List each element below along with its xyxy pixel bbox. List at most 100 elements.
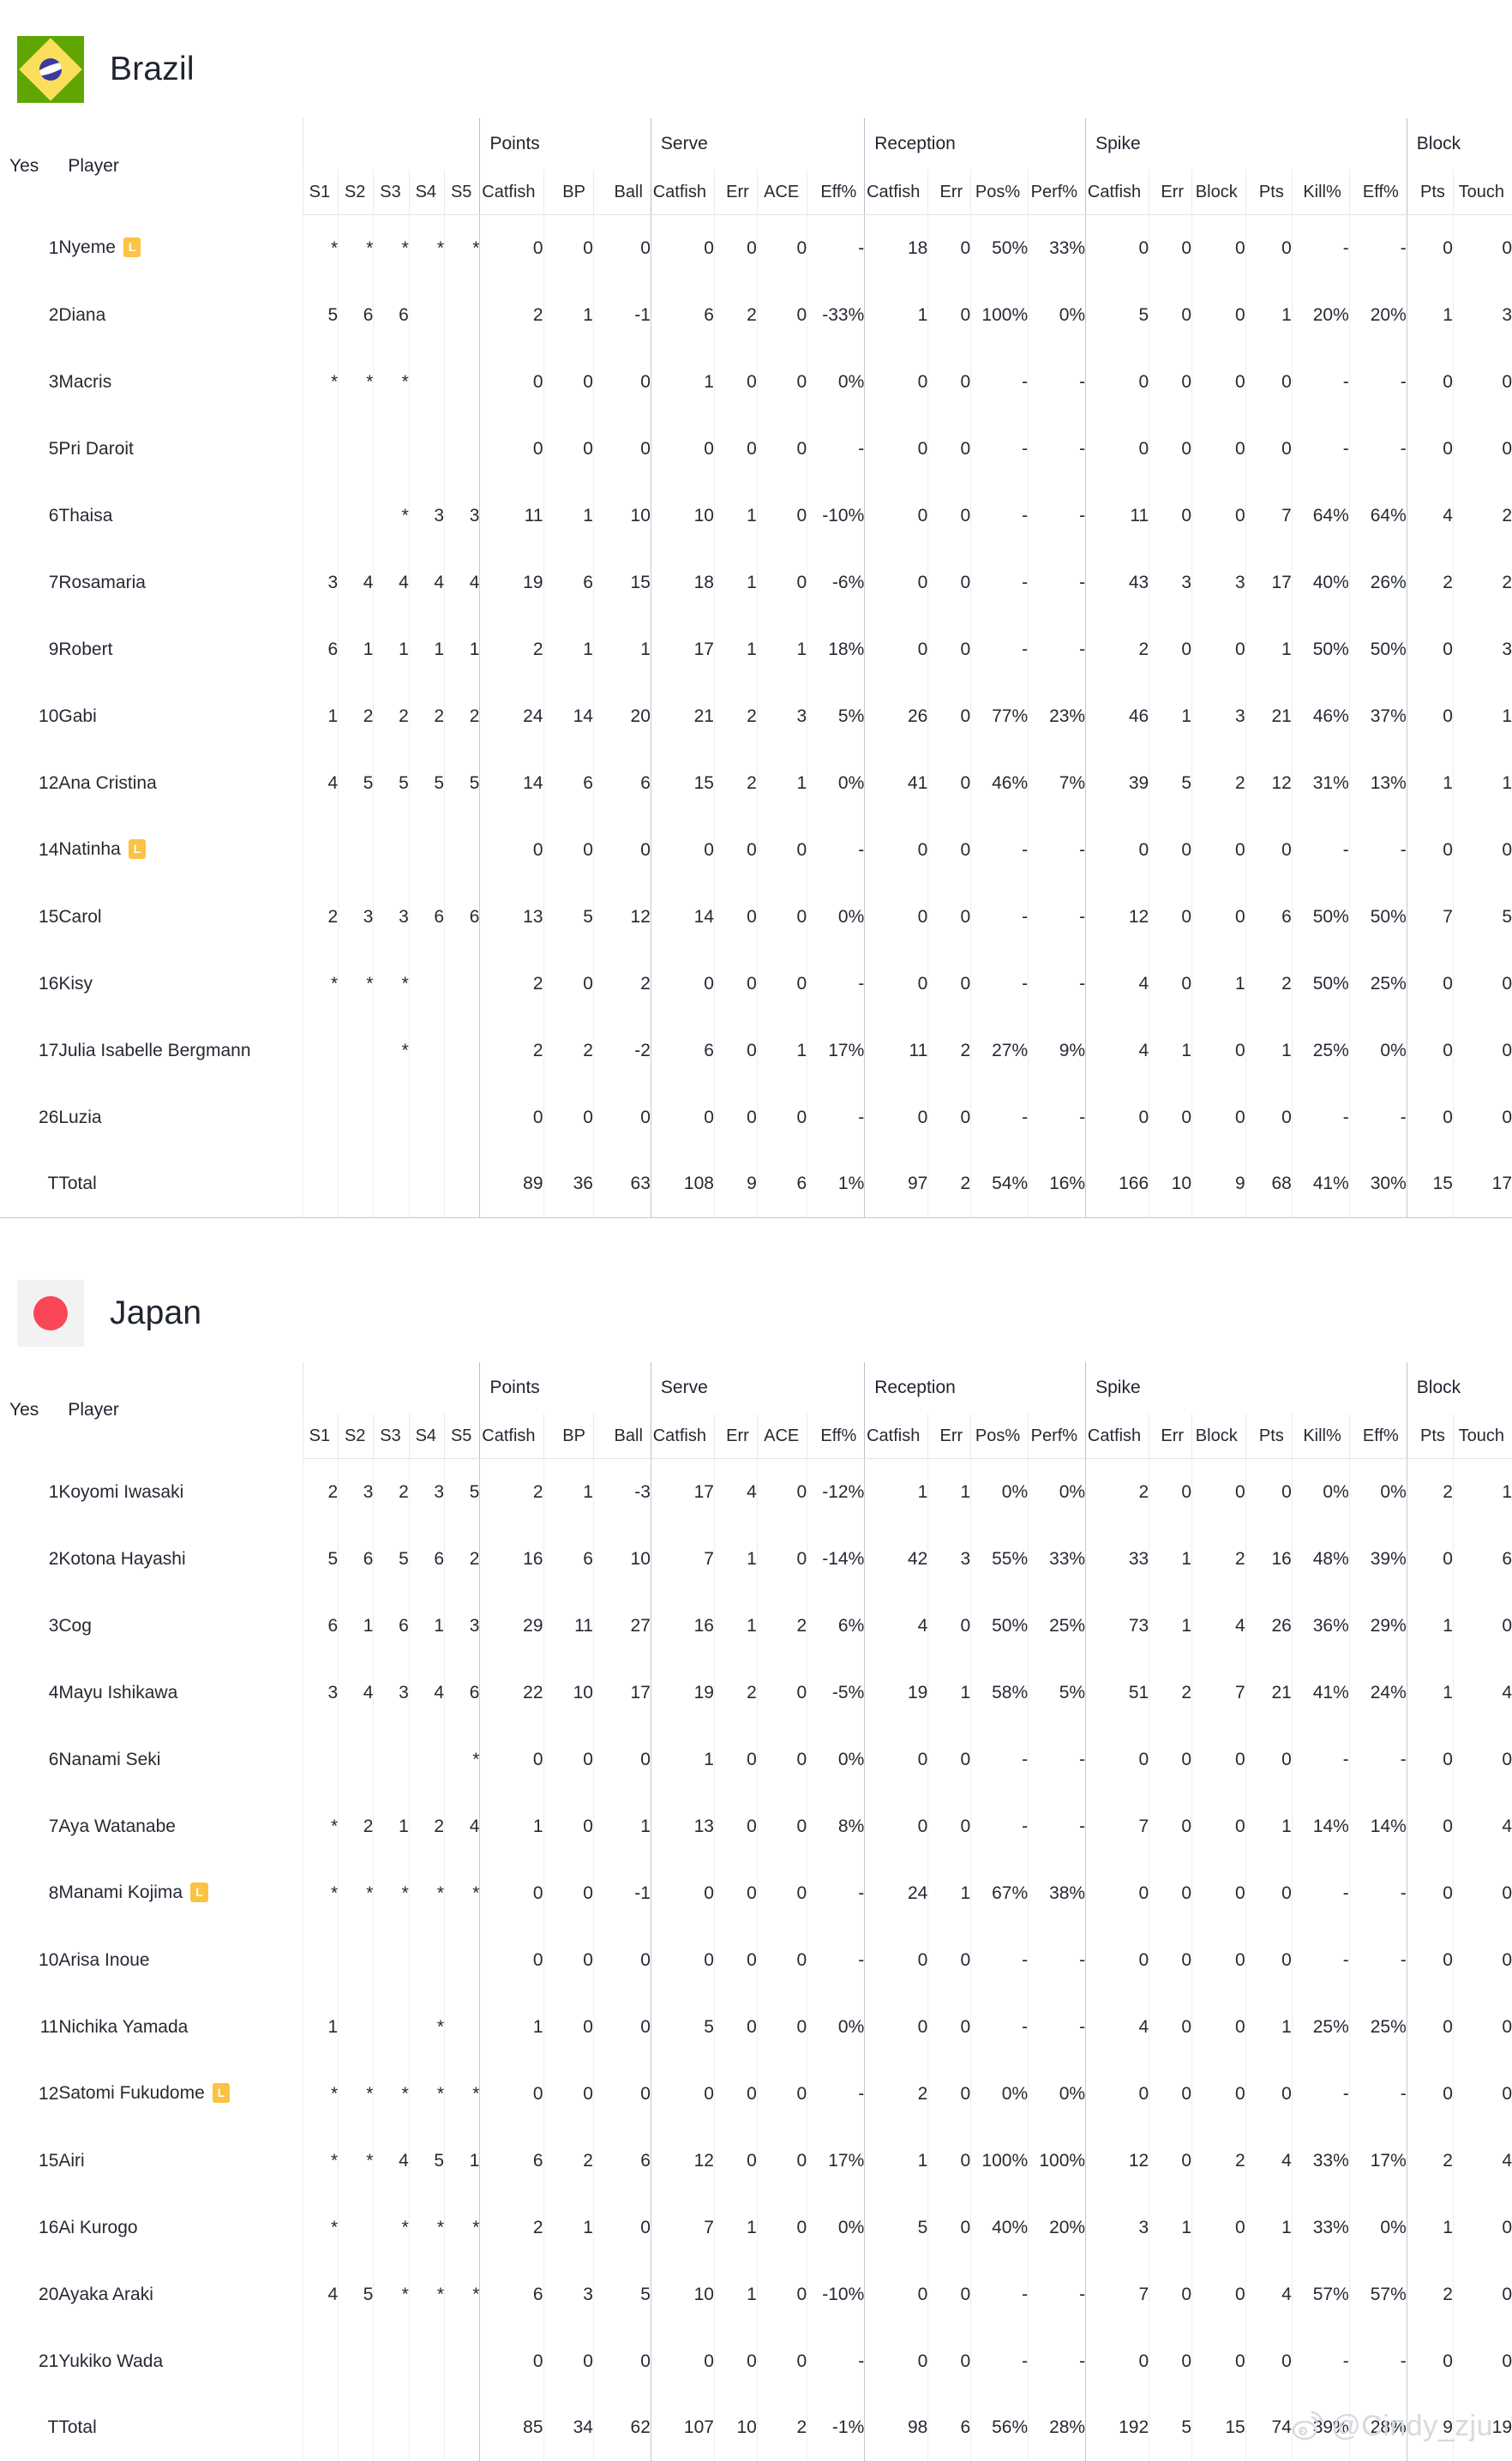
stat-cell-killpct: - <box>1291 214 1350 282</box>
watermark-text: @Cindy_zju <box>1331 2409 1493 2442</box>
stat-cell-effpct: 37% <box>1348 682 1407 750</box>
stat-cell-pospct: 0% <box>970 1458 1029 1526</box>
group-header-spike: Spike <box>1085 1362 1407 1414</box>
player-number: 8 <box>48 1883 59 1903</box>
stat-cell-perfpct: 7% <box>1028 749 1086 817</box>
player-name-cell: Nanami Seki <box>58 1726 303 1793</box>
stat-cell-block: 2 <box>1191 2127 1246 2195</box>
stat-cell-touch: 0 <box>1452 415 1512 483</box>
stat-cell-block: 4 <box>1191 1592 1246 1660</box>
stat-cell-pts: 21 <box>1245 1659 1293 1726</box>
stat-cell-ace: 0 <box>756 281 807 349</box>
stat-cell-catfish: 0 <box>1085 2327 1149 2395</box>
stat-cell-catfish: 6 <box>479 2127 544 2195</box>
stat-cell-pts: 6 <box>1245 883 1293 951</box>
stat-cell-s5: 6 <box>444 1659 480 1726</box>
stat-cell-pts: 4 <box>1406 482 1454 549</box>
stat-cell-s5: 2 <box>444 1525 480 1593</box>
stat-cell-s3 <box>373 1926 410 1994</box>
stat-cell-catfish: 7 <box>1085 2261 1149 2328</box>
stat-cell-catfish: 11 <box>1085 482 1149 549</box>
table-row-total: T Total 89 36 63 108 9 6 1% 97 2 54% 16% 166 10 9 68 41% 3… <box>0 1150 1512 1218</box>
subheader-effpct-21: Eff% <box>1348 170 1407 215</box>
stat-cell-catfish: 0 <box>864 415 928 483</box>
player-name-cell: Ai Kurogo <box>58 2195 303 2261</box>
stat-cell-perfpct: 38% <box>1028 1859 1086 1927</box>
stat-cell-block: 0 <box>1191 2060 1246 2128</box>
stat-cell-effpct: 14% <box>1348 1792 1407 1860</box>
stat-cell-s4: 4 <box>408 549 445 616</box>
subheader-err-17: Err <box>1149 170 1192 215</box>
stat-cell-err: 0 <box>927 616 971 683</box>
stat-cell-catfish: 0 <box>1085 1859 1149 1927</box>
player-number: T <box>0 1150 59 1218</box>
stat-cell-pts: 0 <box>1406 682 1454 750</box>
stat-cell-pts: 0 <box>1406 816 1454 884</box>
stat-cell-catfish: 0 <box>864 348 928 416</box>
stat-cell-pts: 1 <box>1406 1659 1454 1726</box>
stat-cell-pts: 7 <box>1245 482 1293 549</box>
stat-cell-pts: 0 <box>1406 214 1454 282</box>
stat-cell-bp: 1 <box>543 482 594 549</box>
stat-cell-bp: 3 <box>543 2261 594 2328</box>
stat-cell-effpct: 30% <box>1348 1150 1407 1218</box>
stat-cell-killpct: - <box>1291 2327 1350 2395</box>
team-header: Japan <box>0 1239 1512 1362</box>
stat-cell-s5: * <box>444 2194 480 2261</box>
stat-cell-pts: 0 <box>1245 348 1293 416</box>
player-name-cell: Manami Kojima L <box>58 1860 303 1927</box>
stat-cell-s1: * <box>302 2060 339 2128</box>
teams-container: Brazil Yes Player Points Serve Reception Spike… <box>0 0 1512 2462</box>
stat-cell-s1 <box>302 1926 339 1994</box>
subheader-killpct-20: Kill% <box>1291 1414 1350 1459</box>
stat-cell-catfish: 3 <box>1085 2194 1149 2261</box>
stat-cell-block: 15 <box>1191 2394 1246 2462</box>
stat-cell-s2: 1 <box>338 1592 374 1660</box>
stat-cell-ball: 0 <box>592 1726 651 1793</box>
stat-cell-err: 0 <box>927 1926 971 1994</box>
stat-cell-err: 0 <box>713 1792 758 1860</box>
stat-cell-effpct: 0% <box>807 348 865 416</box>
stat-cell-pospct: - <box>970 1084 1029 1151</box>
stat-cell-bp: 14 <box>543 682 594 750</box>
player-number: 5 <box>48 438 59 459</box>
table-row: 1 Koyomi Iwasaki 2 3 2 3 5 2 1 -3 17 4 0 -12% 1 1 0% 0% 2 0… <box>0 1458 1512 1526</box>
stat-cell-pospct: 27% <box>970 1017 1029 1084</box>
stat-cell-s1: * <box>302 2127 339 2195</box>
subheader-err-13: Err <box>927 170 971 215</box>
stat-cell-touch: 3 <box>1452 281 1512 349</box>
stat-cell-err: 0 <box>927 682 971 750</box>
subheader-s3-2: S3 <box>373 170 410 215</box>
stat-cell-pts: 4 <box>1245 2261 1293 2328</box>
stat-cell-s3: * <box>373 1859 410 1927</box>
player-number: 1 <box>48 1481 59 1502</box>
stat-cell-s1 <box>302 482 339 549</box>
stat-cell-pts: 0 <box>1245 1458 1293 1526</box>
stat-cell-block: 0 <box>1191 348 1246 416</box>
stat-cell-err: 1 <box>1149 682 1192 750</box>
stat-cell-pospct: - <box>970 816 1029 884</box>
stat-cell-perfpct: 100% <box>1028 2127 1086 2195</box>
stat-cell-catfish: 4 <box>1085 1993 1149 2061</box>
stat-cell-pts: 0 <box>1406 1525 1454 1593</box>
group-header-serve: Serve <box>650 118 865 170</box>
stat-cell-catfish: 0 <box>650 950 715 1018</box>
stat-cell-block: 0 <box>1191 2194 1246 2261</box>
stat-cell-err: 0 <box>927 749 971 817</box>
stat-cell-err: 0 <box>927 816 971 884</box>
stat-cell-effpct: 0% <box>807 2194 865 2261</box>
stat-cell-pospct: 56% <box>970 2394 1029 2462</box>
stat-cell-perfpct: - <box>1028 1726 1086 1793</box>
stat-cell-ball: 27 <box>592 1592 651 1660</box>
stat-cell-catfish: 0 <box>650 1084 715 1151</box>
stat-cell-ace: 0 <box>756 2127 807 2195</box>
stat-cell-ace: 0 <box>756 482 807 549</box>
stat-cell-perfpct: - <box>1028 616 1086 683</box>
stat-cell-killpct: - <box>1291 1726 1350 1793</box>
stat-cell-perfpct: 33% <box>1028 1525 1086 1593</box>
stat-cell-touch: 1 <box>1452 749 1512 817</box>
stat-cell-s3: * <box>373 2261 410 2328</box>
player-name-cell: Yukiko Wada <box>58 2328 303 2395</box>
stat-cell-effpct: -10% <box>807 2261 865 2328</box>
group-header-row: Yes Player Points Serve Reception Spike Block <box>0 118 1512 176</box>
